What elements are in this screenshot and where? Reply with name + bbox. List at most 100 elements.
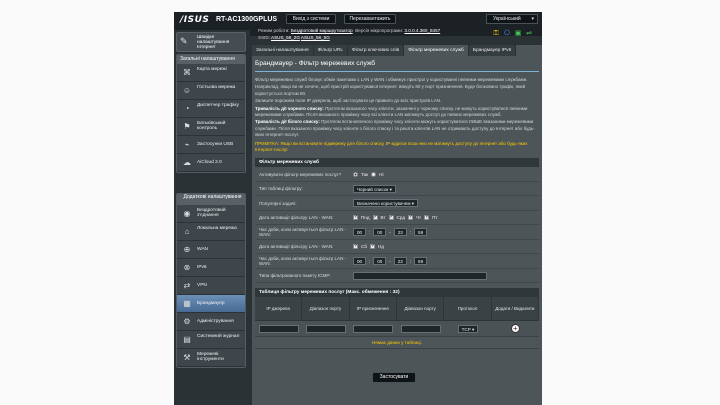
firewall-icon: ▦ (183, 299, 191, 308)
sidebar: ✎ Швидке налаштування Інтернет Загальні … (174, 30, 250, 375)
end-hour-input[interactable]: 23 (393, 228, 407, 237)
dest-port-input[interactable] (400, 324, 441, 333)
enable-no-radio[interactable] (371, 171, 377, 177)
tab-ipv6-firewall[interactable]: Брандмауер IPv6 (468, 45, 517, 56)
protocol-select[interactable]: TCP ▾ (457, 324, 479, 333)
source-port-input[interactable] (305, 324, 346, 333)
tab-url-filter[interactable]: Фільтр URL (313, 45, 348, 56)
sidebar-item-wireless[interactable]: ◉ Бездротовий з'єднання (177, 205, 245, 223)
parental-control-icon: ⚑ (183, 122, 191, 131)
general-header: Загальні налаштування (177, 55, 245, 64)
mode-link[interactable]: Бездротовий маршрутизатор (291, 28, 353, 33)
service-filter-list: Таблиця фільтру мережевих послуг (Макс. … (255, 288, 539, 350)
advanced-header: Додаткові налаштування (177, 194, 245, 205)
printer-icon[interactable]: ▣ (514, 30, 522, 38)
sidebar-item-guest-network[interactable]: ☺ Гостьова мережа (177, 82, 245, 100)
sun-checkbox[interactable] (369, 243, 375, 250)
model-name: RT-AC1300GPLUS (216, 16, 278, 23)
key-icon[interactable]: ⚿ (492, 30, 500, 38)
well-known-select[interactable]: Визначено користувачем ▾ (353, 199, 419, 208)
traffic-manager-icon: ◔ (184, 104, 190, 113)
sidebar-item-label: Мережеві інструменти (197, 352, 224, 363)
blacklist-description: Тривалість дії чорного списку: Протягом … (255, 106, 539, 119)
day-label: Чт (416, 215, 422, 221)
sidebar-item-aicloud[interactable]: ☁ AiCloud 2.0 (177, 154, 245, 172)
page-body: Брандмауер - Фільтр мережевих служб Філь… (255, 60, 539, 350)
wan-icon: ⊕ (183, 245, 191, 254)
weekday-time-row: Час доби, коли активується фільтр LAN - … (255, 225, 539, 240)
sidebar-item-usb-application[interactable]: ⌁ Застосунки USB (177, 136, 245, 154)
sidebar-item-label: VPN (197, 283, 207, 288)
ipv6-icon: ⊗ (183, 263, 191, 272)
sidebar-item-network-map[interactable]: ⌘ Карта мережі (177, 64, 245, 82)
end-minute-input[interactable]: 59 (414, 257, 428, 266)
day-label: Пт (432, 215, 438, 221)
tue-checkbox[interactable] (372, 214, 378, 221)
start-hour-input[interactable]: 00 (353, 257, 366, 266)
quick-setup-button[interactable]: ✎ Швидке налаштування Інтернет (176, 32, 246, 52)
network-tools-icon: ⚒ (183, 353, 191, 362)
end-hour-input[interactable]: 23 (393, 257, 407, 266)
source-ip-input[interactable] (258, 324, 299, 333)
sidebar-item-lan[interactable]: ⌂ Локальна мережа (177, 223, 245, 241)
status-icons: ⚿ ⎔ ▣ ⇌ (492, 30, 533, 38)
reboot-button[interactable]: Перезавантажить (344, 14, 396, 24)
tab-network-services-filter[interactable]: Фільтр мережевих служб (404, 45, 469, 56)
col-add-delete: Додати / Видалити (492, 297, 539, 321)
description-3: Залиште порожнім поле IP джерела, щоб за… (255, 98, 442, 104)
sidebar-item-vpn[interactable]: ⇄ VPN (177, 277, 245, 295)
sidebar-item-traffic-manager[interactable]: ◔ Диспетчер трафіку (177, 100, 245, 118)
day-label: Срд (396, 215, 405, 221)
sidebar-item-administration[interactable]: ⚙ Адміністрування (177, 313, 245, 331)
weekday-date-row: Дата активації фільтру LAN - WAN: Пнд Вт… (255, 211, 539, 226)
usb-icon: ⌁ (184, 140, 190, 149)
usb-status-icon[interactable]: ⇌ (525, 30, 533, 38)
table-type-row: Тип таблиці фільтру: Чорний список ▾ (255, 182, 539, 197)
wed-checkbox[interactable] (388, 214, 394, 221)
add-icon[interactable]: + (510, 324, 520, 334)
guest-network-icon: ☺ (182, 86, 192, 95)
enable-yes-radio[interactable] (353, 171, 358, 177)
network-icon[interactable]: ⎔ (503, 30, 511, 38)
sidebar-item-label: Карта мережі (197, 67, 227, 72)
weekend-date-label: Дата активації фільтру LAN - WAN: (259, 244, 334, 250)
sidebar-item-parental-control[interactable]: ⚑ Батьківський контроль (177, 118, 245, 136)
whitelist-term: Тривалість дії білого списку: (255, 119, 320, 125)
mon-checkbox[interactable] (353, 214, 358, 221)
sidebar-item-label: Батьківський контроль (197, 121, 226, 132)
start-minute-input[interactable]: 00 (373, 228, 387, 237)
dest-ip-input[interactable] (353, 324, 394, 333)
ssid-5g[interactable]: ASUS_58_5G (301, 35, 330, 40)
whitelist-description: Тривалість дії білого списку: Протягом в… (255, 119, 539, 138)
language-select[interactable]: Український ▾ (486, 14, 538, 24)
thu-checkbox[interactable] (408, 214, 413, 221)
icmp-input[interactable] (353, 271, 487, 280)
sidebar-item-ipv6[interactable]: ⊗ IPv6 (177, 259, 245, 277)
operation-mode-line: Режим роботи: Бездротовий маршрутизатор … (258, 28, 440, 33)
ssid-24g[interactable]: ASUS_58_2G (271, 35, 300, 40)
tab-general[interactable]: Загальні налаштування (252, 45, 314, 56)
firmware-label: Версія мікропрограми: (355, 28, 404, 33)
empty-list-text: Немає даних у таблиці. (255, 337, 539, 350)
chevron-down-icon: ▾ (531, 16, 534, 22)
sidebar-item-label: Застосунки USB (197, 142, 234, 147)
tab-keyword-filter[interactable]: Фільтр ключових слів (348, 45, 405, 56)
sidebar-item-label: Локальна мережа (197, 226, 237, 231)
ssid-line: SSID: ASUS_58_2G ASUS_58_5G (258, 35, 330, 40)
sidebar-item-system-log[interactable]: ▤ Системний журнал (177, 331, 245, 349)
sat-checkbox[interactable] (353, 243, 358, 250)
sidebar-item-network-tools[interactable]: ⚒ Мережеві інструменти (177, 349, 245, 367)
start-minute-input[interactable]: 00 (373, 257, 387, 266)
sidebar-item-wan[interactable]: ⊕ WAN (177, 241, 245, 259)
start-hour-input[interactable]: 00 (353, 228, 366, 237)
end-minute-input[interactable]: 59 (414, 228, 428, 237)
filter-settings-table: Фільтр мережевих служб Активувати фільтр… (255, 158, 539, 284)
logout-button[interactable]: Вихід з системи (286, 14, 336, 24)
sidebar-item-firewall[interactable]: ▦ Брандмауер (177, 295, 245, 313)
apply-button[interactable]: Застосувати (372, 372, 416, 383)
table-type-select[interactable]: Чорний список ▾ (353, 184, 396, 193)
filter-section-title: Фільтр мережевих служб (255, 158, 539, 168)
fri-checkbox[interactable] (424, 214, 429, 221)
col-dest-ip: IP призначення (350, 297, 397, 321)
firmware-link[interactable]: 3.0.0.4.380_8457 (404, 28, 440, 33)
